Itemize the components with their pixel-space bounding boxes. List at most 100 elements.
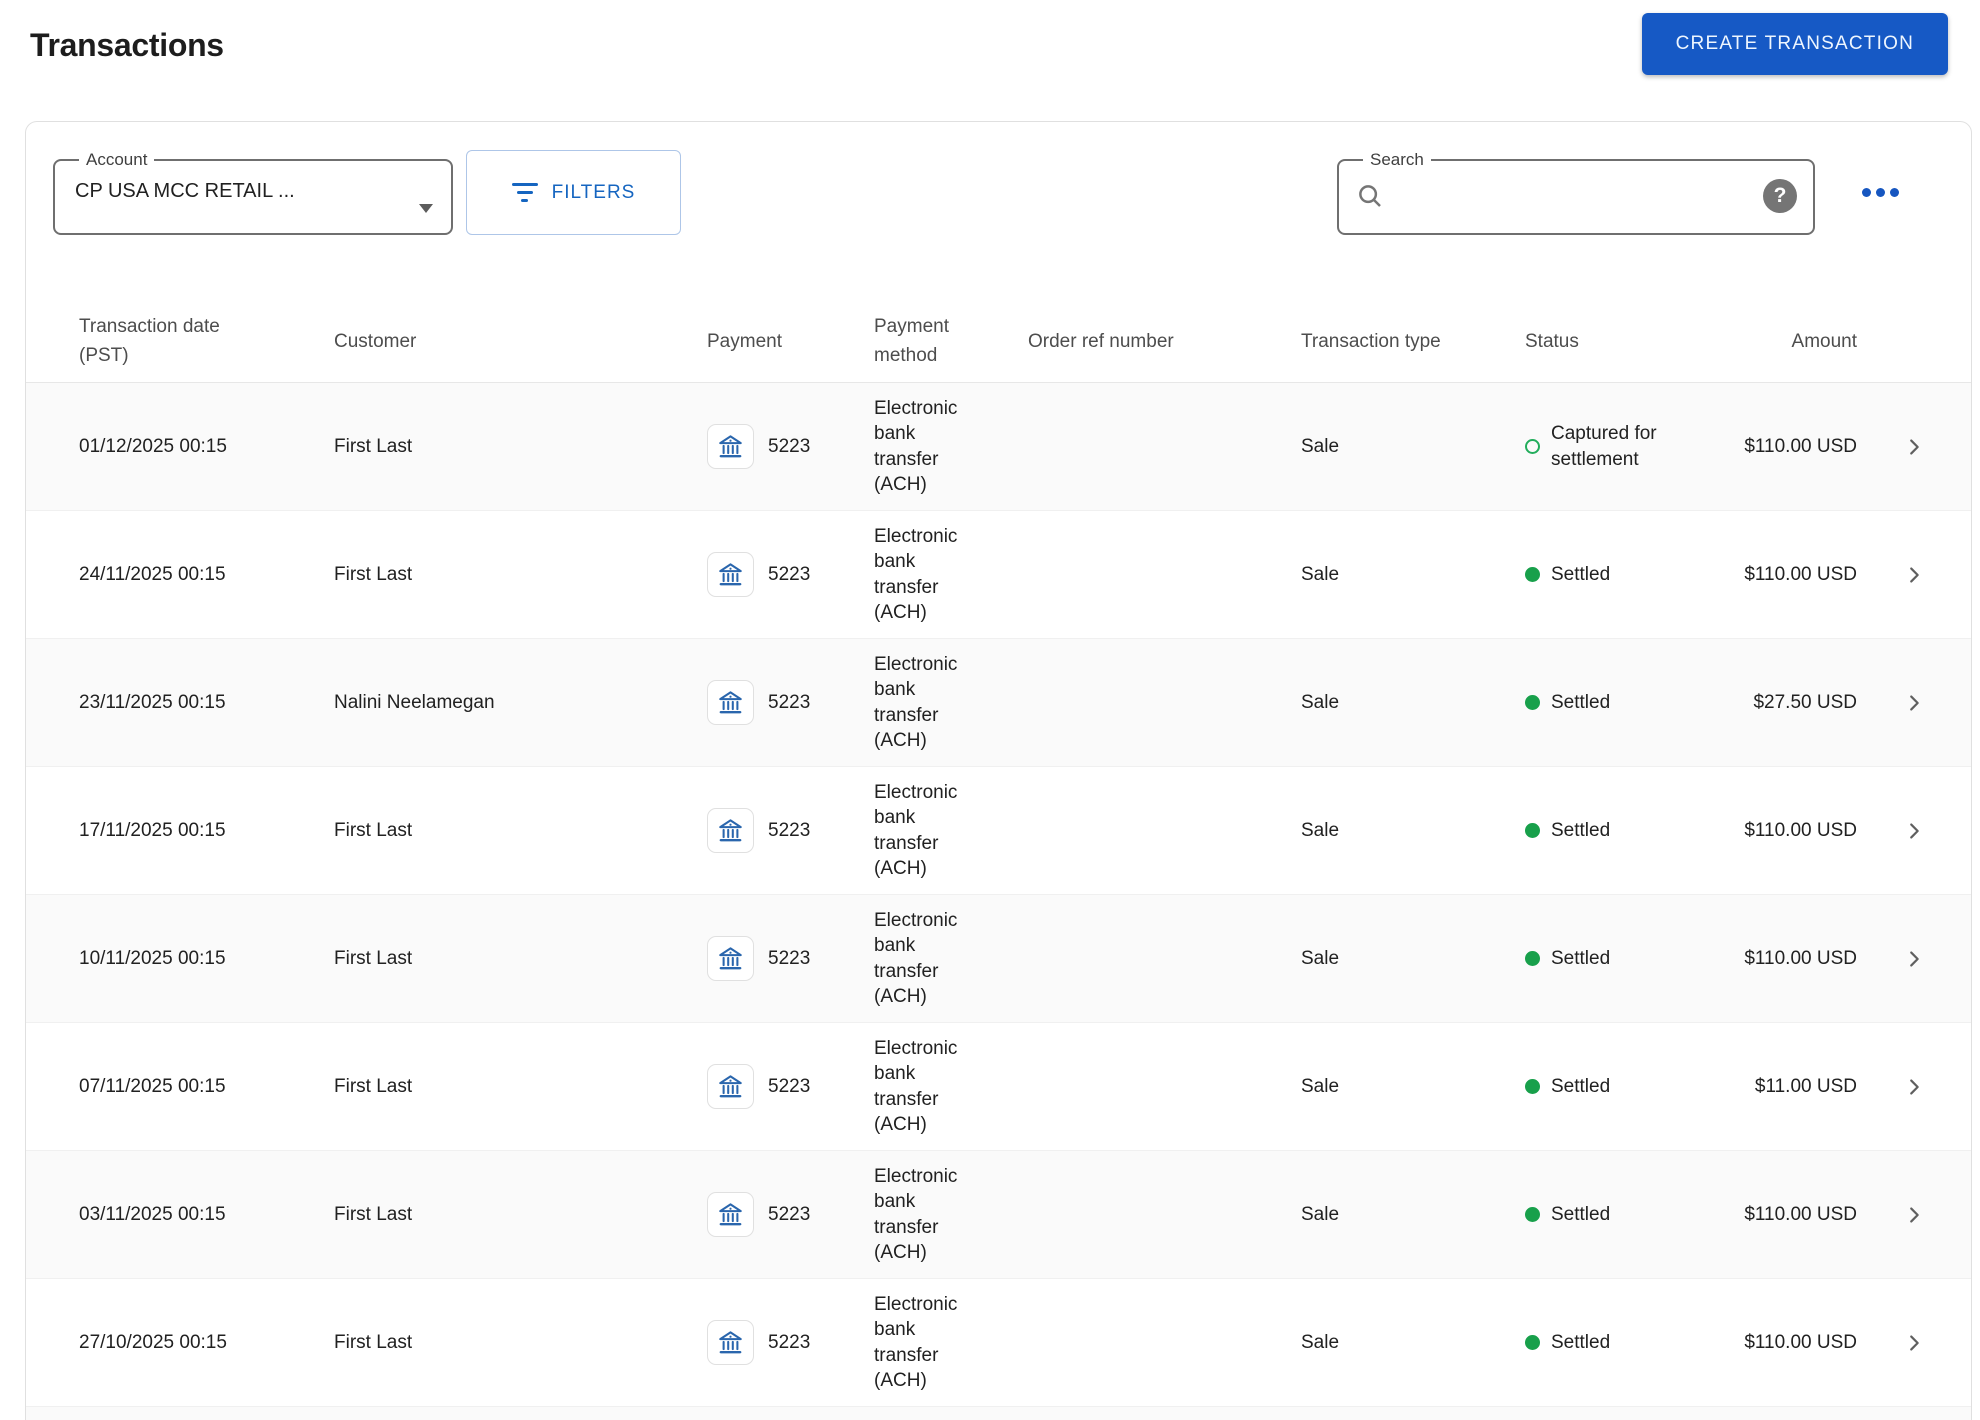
cell-customer: First Last xyxy=(334,435,413,457)
status-dot xyxy=(1525,1207,1540,1222)
more-options-button[interactable] xyxy=(1815,150,1945,235)
cell-transaction-date: 10/11/2025 00:15 xyxy=(79,947,226,969)
account-select-value: CP USA MCC RETAIL ... xyxy=(75,180,295,202)
chevron-right-icon[interactable] xyxy=(1857,820,1971,842)
column-header-payment: Payment xyxy=(707,330,782,352)
status-dot xyxy=(1525,1079,1540,1094)
filters-button[interactable]: FILTERS xyxy=(466,150,681,235)
table-row[interactable]: 01/12/2025 00:15 First Last 5223 Electro… xyxy=(26,383,1971,511)
payment-last4: 5223 xyxy=(768,1331,811,1353)
cell-transaction-type: Sale xyxy=(1301,1075,1340,1097)
cell-payment: 5223 xyxy=(707,680,874,725)
chevron-right-icon[interactable] xyxy=(1857,948,1971,970)
status-dot xyxy=(1525,567,1540,582)
bank-icon xyxy=(707,1064,754,1109)
cell-transaction-date: 03/11/2025 00:15 xyxy=(79,1203,226,1225)
column-header-order-ref: Order ref number xyxy=(1028,330,1174,352)
search-icon xyxy=(1355,181,1385,211)
bank-icon xyxy=(707,936,754,981)
cell-payment-method: Electronic bank transfer (ACH) xyxy=(874,525,958,624)
cell-payment-method: Electronic bank transfer (ACH) xyxy=(874,653,958,752)
bank-icon xyxy=(707,808,754,853)
cell-status: Settled xyxy=(1525,946,1690,972)
chevron-right-icon[interactable] xyxy=(1857,564,1971,586)
status-label: Settled xyxy=(1551,563,1611,585)
status-dot xyxy=(1525,823,1540,838)
cell-amount: $11.00 USD xyxy=(1754,1075,1857,1097)
column-header-customer: Customer xyxy=(334,330,417,352)
table-row[interactable]: 10/11/2025 00:15 First Last 5223 Electro… xyxy=(26,895,1971,1023)
create-transaction-button[interactable]: CREATE TRANSACTION xyxy=(1641,13,1948,75)
cell-payment: 5223 xyxy=(707,424,874,469)
payment-last4: 5223 xyxy=(768,819,811,841)
cell-payment-method: Electronic bank transfer (ACH) xyxy=(874,1037,958,1136)
cell-status: Settled xyxy=(1525,1202,1690,1228)
payment-last4: 5223 xyxy=(768,435,811,457)
cell-amount: $110.00 USD xyxy=(1744,563,1857,585)
cell-amount: $27.50 USD xyxy=(1753,691,1857,713)
cell-status: Settled xyxy=(1525,690,1690,716)
cell-customer: First Last xyxy=(334,819,413,841)
search-field: Search ? xyxy=(1337,150,1815,235)
cell-status: Settled xyxy=(1525,818,1690,844)
table-row[interactable]: 27/10/2025 00:15 First Last 5223 Electro… xyxy=(26,1279,1971,1407)
chevron-right-icon[interactable] xyxy=(1857,1076,1971,1098)
cell-transaction-date: 24/11/2025 00:15 xyxy=(79,563,226,585)
chevron-down-icon xyxy=(419,204,433,213)
status-label: Settled xyxy=(1551,1331,1611,1353)
bank-icon xyxy=(707,1192,754,1237)
cell-transaction-type: Sale xyxy=(1301,435,1340,457)
table-row[interactable]: 24/11/2025 00:15 First Last 5223 Electro… xyxy=(26,511,1971,639)
cell-payment: 5223 xyxy=(707,808,874,853)
help-icon-glyph: ? xyxy=(1773,184,1787,207)
table-row[interactable]: 03/11/2025 00:15 First Last 5223 Electro… xyxy=(26,1151,1971,1279)
payment-last4: 5223 xyxy=(768,563,811,585)
cell-transaction-type: Sale xyxy=(1301,947,1340,969)
cell-payment: 5223 xyxy=(707,936,874,981)
cell-payment: 5223 xyxy=(707,552,874,597)
page-title: Transactions xyxy=(30,27,224,63)
column-header-status: Status xyxy=(1525,330,1579,352)
table-row[interactable]: Electronic bank transfer (ACH) xyxy=(26,1407,1971,1420)
table-row[interactable]: 23/11/2025 00:15 Nalini Neelamegan 5223 … xyxy=(26,639,1971,767)
chevron-right-icon[interactable] xyxy=(1857,436,1971,458)
table-row[interactable]: 17/11/2025 00:15 First Last 5223 Electro… xyxy=(26,767,1971,895)
cell-transaction-type: Sale xyxy=(1301,563,1340,585)
bank-icon xyxy=(707,552,754,597)
cell-payment: 5223 xyxy=(707,1320,874,1365)
column-header-transaction-date: Transaction date (PST) xyxy=(79,316,220,366)
cell-customer: First Last xyxy=(334,1203,413,1225)
cell-customer: First Last xyxy=(334,947,413,969)
cell-payment-method: Electronic bank transfer (ACH) xyxy=(874,1293,958,1392)
table-body: 01/12/2025 00:15 First Last 5223 Electro… xyxy=(26,383,1971,1420)
cell-transaction-date: 01/12/2025 00:15 xyxy=(79,435,227,457)
filter-bar: Account CP USA MCC RETAIL ... FILTERS Se… xyxy=(26,122,1971,235)
cell-transaction-date: 27/10/2025 00:15 xyxy=(79,1331,227,1353)
cell-status: Captured for settlement xyxy=(1525,421,1690,473)
cell-amount: $110.00 USD xyxy=(1744,435,1857,457)
status-label: Settled xyxy=(1551,691,1611,713)
cell-amount: $110.00 USD xyxy=(1744,819,1857,841)
cell-status: Settled xyxy=(1525,562,1690,588)
column-header-amount: Amount xyxy=(1791,330,1857,352)
transactions-panel: Account CP USA MCC RETAIL ... FILTERS Se… xyxy=(25,121,1972,1420)
bank-icon xyxy=(707,1320,754,1365)
search-input[interactable] xyxy=(1395,176,1763,216)
cell-customer: First Last xyxy=(334,1331,413,1353)
help-icon[interactable]: ? xyxy=(1763,179,1797,213)
account-select[interactable]: Account CP USA MCC RETAIL ... xyxy=(53,150,453,235)
cell-amount: $110.00 USD xyxy=(1744,1331,1857,1353)
cell-payment: 5223 xyxy=(707,1192,874,1237)
table-row[interactable]: 07/11/2025 00:15 First Last 5223 Electro… xyxy=(26,1023,1971,1151)
status-label: Settled xyxy=(1551,947,1611,969)
chevron-right-icon[interactable] xyxy=(1857,692,1971,714)
ellipsis-icon xyxy=(1861,188,1899,197)
account-select-label: Account xyxy=(86,150,148,169)
payment-last4: 5223 xyxy=(768,691,811,713)
column-header-payment-method: Payment method xyxy=(874,316,949,366)
chevron-right-icon[interactable] xyxy=(1857,1332,1971,1354)
cell-transaction-type: Sale xyxy=(1301,691,1340,713)
chevron-right-icon[interactable] xyxy=(1857,1204,1971,1226)
cell-status: Settled xyxy=(1525,1074,1690,1100)
status-label: Captured for settlement xyxy=(1551,422,1657,470)
